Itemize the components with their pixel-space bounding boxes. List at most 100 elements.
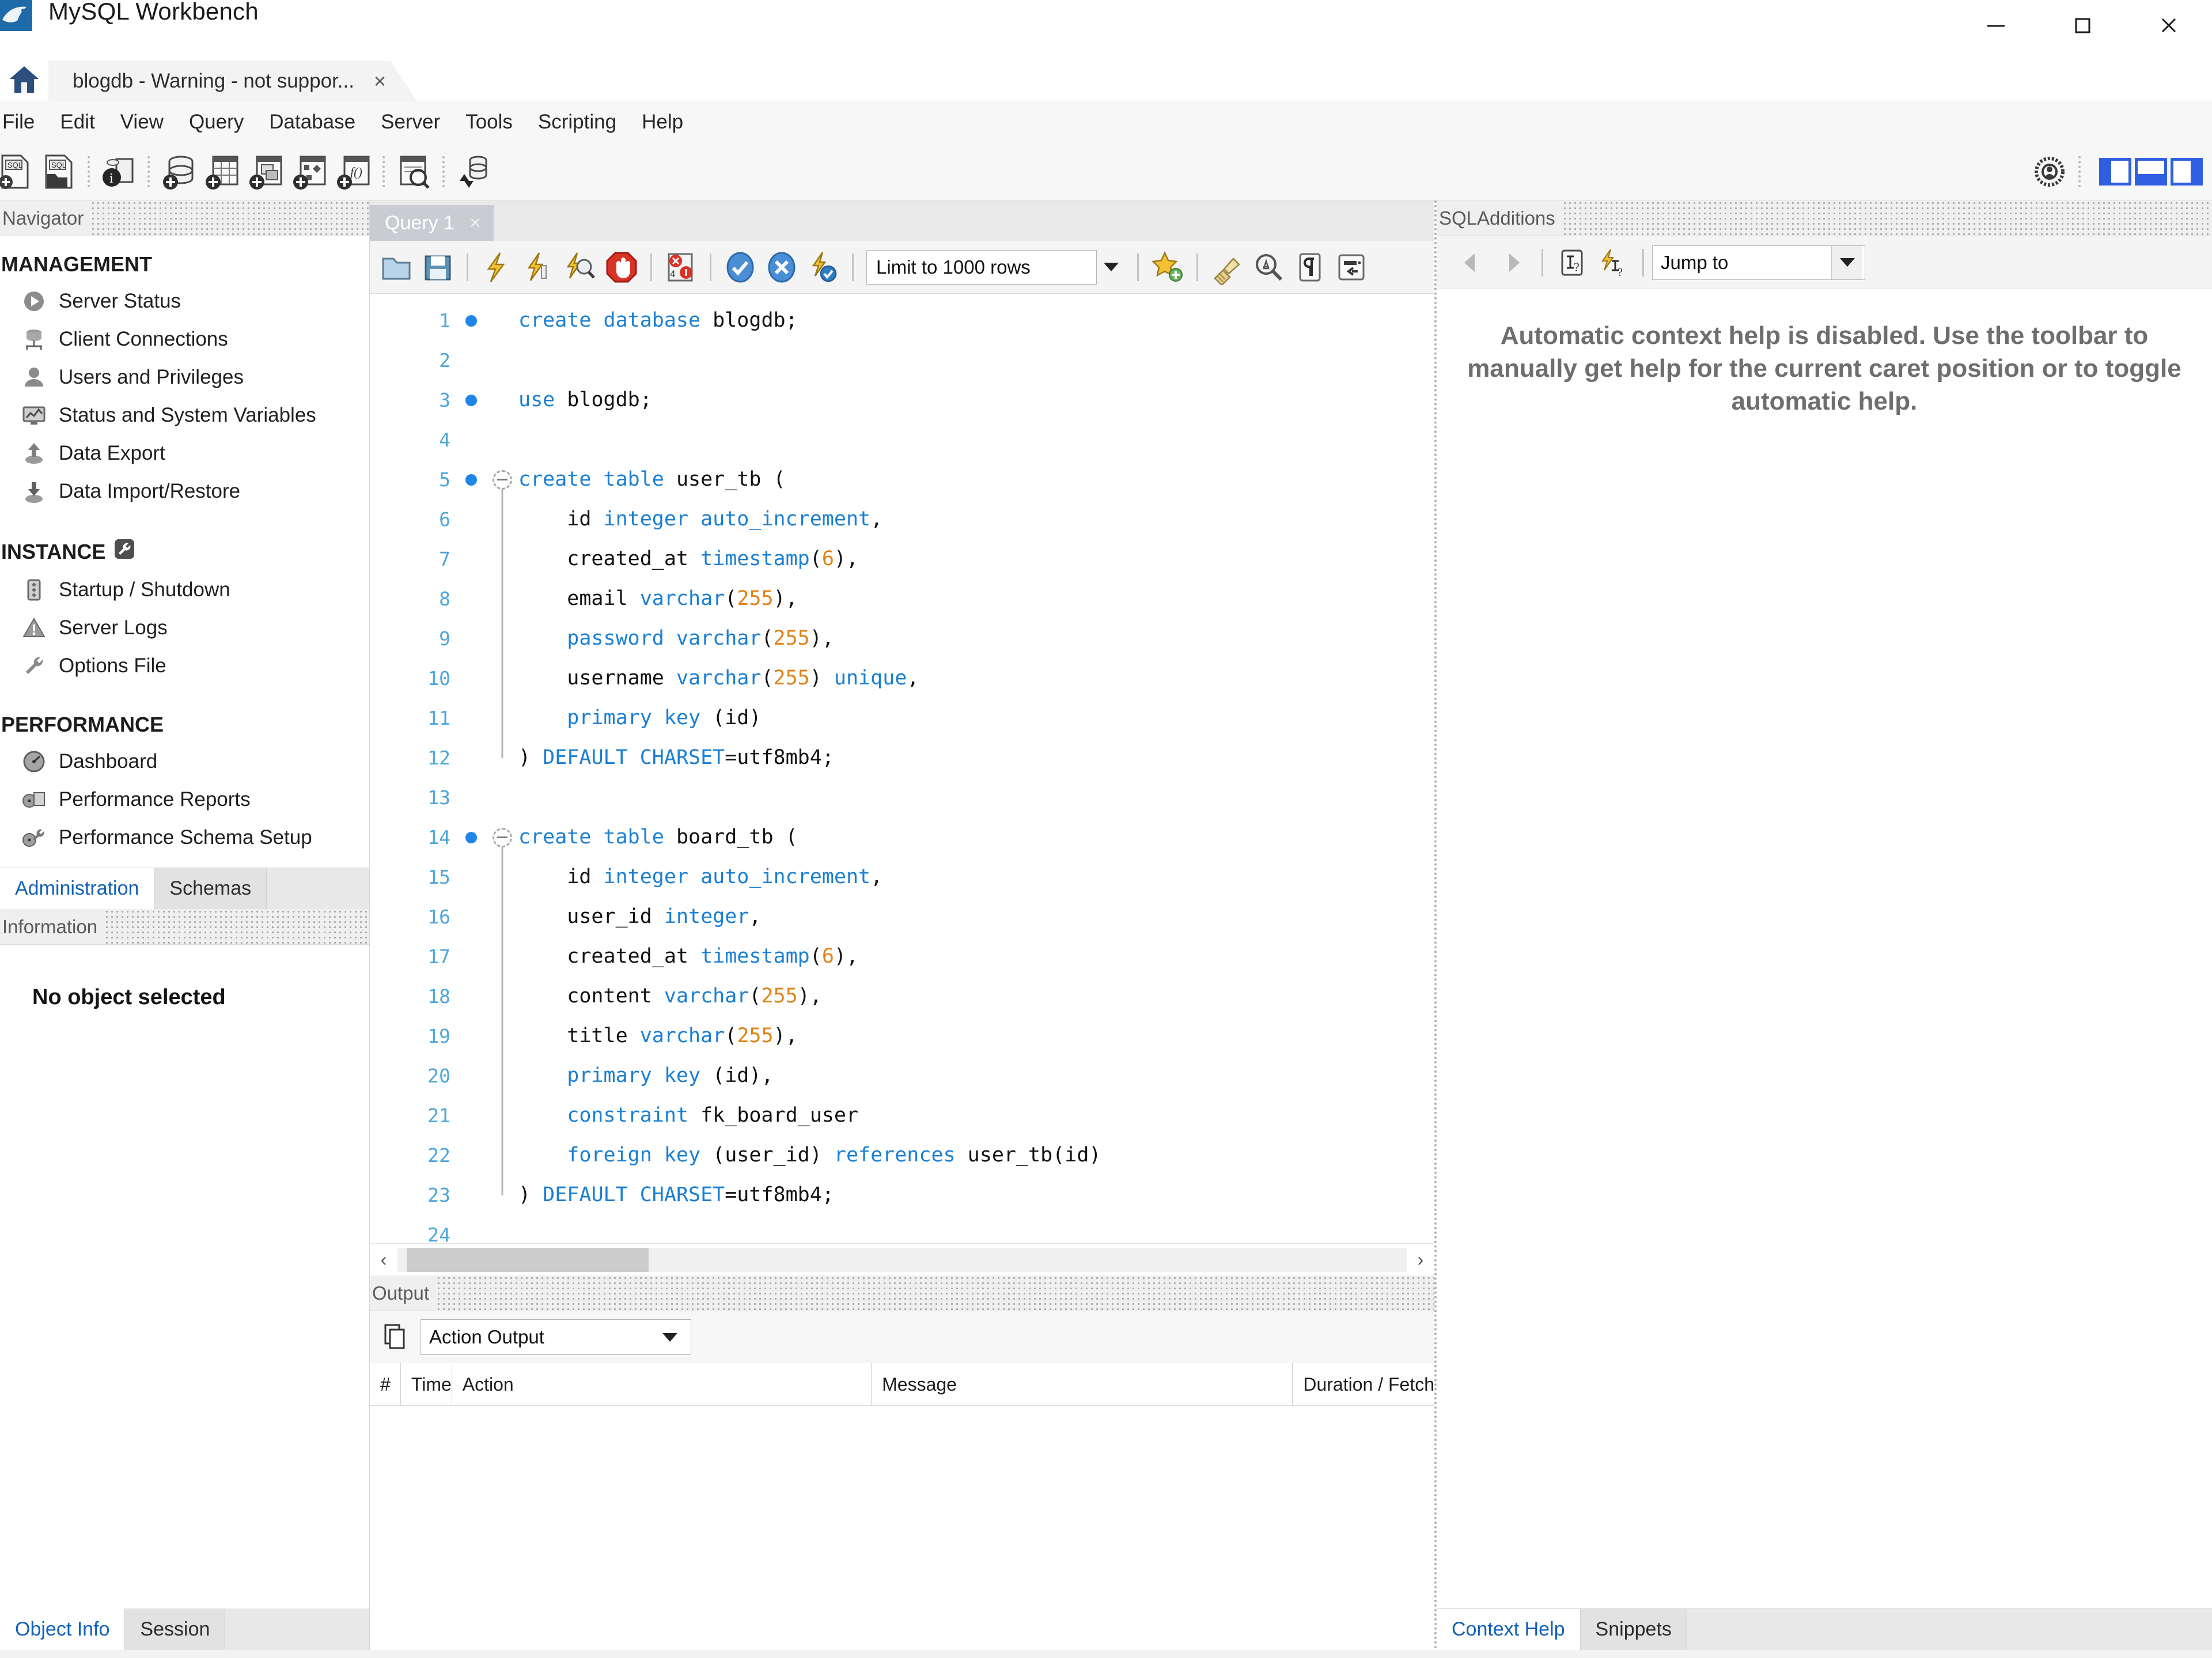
data-transfer-icon[interactable] bbox=[452, 150, 495, 194]
toggle-invisible-chars-icon[interactable] bbox=[1289, 247, 1331, 288]
sql-additions-panel-title: SQLAdditions bbox=[1439, 207, 1562, 229]
sidebar-item-dashboard[interactable]: Dashboard bbox=[0, 743, 369, 781]
beautify-query-icon[interactable] bbox=[1206, 247, 1248, 288]
code-content[interactable]: create database blogdb; use blogdb; crea… bbox=[518, 294, 1434, 1243]
create-schema-icon[interactable] bbox=[157, 150, 200, 194]
rollback-icon[interactable] bbox=[761, 247, 802, 288]
output-column-header[interactable]: # bbox=[370, 1363, 400, 1406]
maximize-button[interactable] bbox=[2039, 0, 2126, 51]
jump-to-dropdown-arrow-icon[interactable] bbox=[1831, 245, 1862, 279]
save-script-icon[interactable] bbox=[417, 247, 459, 288]
minimize-button[interactable] bbox=[1953, 0, 2039, 51]
output-view-dropdown-arrow-icon[interactable] bbox=[654, 1320, 686, 1354]
automatic-help-toggle-icon[interactable]: ? bbox=[1593, 242, 1634, 283]
help-target-icon[interactable] bbox=[2028, 150, 2071, 194]
sidebar-item-status-and-system-variables[interactable]: Status and System Variables bbox=[0, 396, 369, 434]
jump-to-select[interactable]: Jump to bbox=[1652, 245, 1865, 280]
output-column-header[interactable]: Action bbox=[451, 1362, 871, 1406]
menu-scripting[interactable]: Scripting bbox=[525, 101, 629, 143]
scrollbar-thumb[interactable] bbox=[407, 1247, 649, 1272]
line-number: 15 bbox=[427, 866, 450, 888]
information-panel-title: Information bbox=[2, 915, 105, 938]
new-sql-tab-icon[interactable]: SQL bbox=[0, 150, 37, 194]
execute-all-icon[interactable] bbox=[476, 247, 518, 288]
sidebar-item-startup-shutdown[interactable]: Startup / Shutdown bbox=[0, 571, 369, 609]
find-icon[interactable] bbox=[1248, 247, 1289, 288]
wrap-lines-icon[interactable] bbox=[1331, 247, 1372, 288]
tab-snippets[interactable]: Snippets bbox=[1580, 1609, 1687, 1650]
panel-drag-handle[interactable] bbox=[436, 1275, 1434, 1311]
connection-info-icon[interactable]: i bbox=[97, 150, 141, 194]
sidebar-item-users-and-privileges[interactable]: Users and Privileges bbox=[0, 358, 369, 396]
row-limit-dropdown-arrow-icon[interactable] bbox=[1093, 250, 1129, 285]
code-fold-column[interactable] bbox=[486, 294, 518, 1243]
scrollbar-track[interactable] bbox=[397, 1247, 1407, 1272]
sidebar-item-server-logs[interactable]: Server Logs bbox=[0, 609, 369, 647]
toggle-stop-on-error-icon[interactable]: 4 bbox=[660, 247, 702, 288]
menu-database[interactable]: Database bbox=[256, 101, 368, 143]
open-sql-script-icon[interactable]: SQL bbox=[37, 150, 81, 194]
open-script-icon[interactable] bbox=[376, 247, 417, 288]
scroll-right-arrow-icon[interactable]: › bbox=[1407, 1249, 1434, 1270]
output-view-select[interactable]: Action Output bbox=[421, 1319, 691, 1355]
context-help-icon[interactable]: ? bbox=[1551, 242, 1593, 283]
panel-drag-handle[interactable] bbox=[90, 200, 369, 236]
code-line: primary key (id), bbox=[518, 1064, 774, 1087]
row-limit-select[interactable]: Limit to 1000 rows bbox=[866, 249, 1097, 285]
output-column-header[interactable]: Duration / Fetch bbox=[1292, 1362, 1434, 1406]
sidebar-item-server-status[interactable]: Server Status bbox=[0, 282, 369, 320]
connection-tab[interactable]: blogdb - Warning - not suppor... × bbox=[48, 61, 417, 101]
panel-drag-handle[interactable] bbox=[104, 909, 369, 945]
output-panel-header: Output bbox=[370, 1275, 1434, 1311]
query-tab-1[interactable]: Query 1 × bbox=[370, 205, 494, 241]
sidebar-item-options-file[interactable]: Options File bbox=[0, 647, 369, 685]
sidebar-item-performance-schema-setup[interactable]: Performance Schema Setup bbox=[0, 819, 369, 857]
close-button[interactable] bbox=[2126, 0, 2212, 51]
fold-connector bbox=[501, 846, 503, 1195]
sidebar-item-performance-reports[interactable]: Performance Reports bbox=[0, 781, 369, 819]
copy-rows-icon[interactable] bbox=[380, 1321, 412, 1353]
menu-tools[interactable]: Tools bbox=[453, 101, 525, 143]
explain-plan-icon[interactable] bbox=[559, 247, 601, 288]
menu-help[interactable]: Help bbox=[629, 101, 696, 143]
tab-object-info[interactable]: Object Info bbox=[0, 1608, 126, 1650]
toggle-autocommit-icon[interactable] bbox=[802, 247, 844, 288]
menu-query[interactable]: Query bbox=[176, 101, 256, 143]
create-procedure-icon[interactable] bbox=[288, 150, 332, 194]
menu-edit[interactable]: Edit bbox=[47, 101, 107, 143]
sidebar-item-data-export[interactable]: Data Export bbox=[0, 434, 369, 472]
home-icon[interactable] bbox=[0, 58, 48, 101]
nav-group-performance-label: PERFORMANCE bbox=[1, 713, 164, 736]
menu-file[interactable]: File bbox=[0, 101, 47, 143]
tab-session[interactable]: Session bbox=[125, 1608, 226, 1650]
secondary-sidebar-layout-icon[interactable] bbox=[2171, 157, 2203, 186]
panel-drag-handle[interactable] bbox=[1562, 200, 2212, 236]
back-arrow-icon[interactable] bbox=[1450, 242, 1492, 283]
sidebar-item-data-import-restore[interactable]: Data Import/Restore bbox=[0, 472, 369, 510]
tab-context-help[interactable]: Context Help bbox=[1437, 1609, 1581, 1650]
create-function-icon[interactable]: f() bbox=[332, 150, 376, 194]
sidebar-layout-icon[interactable] bbox=[2099, 157, 2131, 186]
execute-current-icon[interactable] bbox=[518, 247, 559, 288]
output-column-header[interactable]: Time bbox=[400, 1362, 452, 1406]
inspect-table-icon[interactable] bbox=[392, 150, 435, 194]
forward-arrow-icon[interactable] bbox=[1492, 242, 1533, 283]
commit-icon[interactable] bbox=[719, 247, 761, 288]
tab-administration[interactable]: Administration bbox=[0, 868, 155, 909]
output-layout-icon[interactable] bbox=[2135, 157, 2167, 186]
create-table-icon[interactable] bbox=[200, 150, 244, 194]
statement-marker bbox=[456, 698, 486, 738]
stop-execution-icon[interactable] bbox=[601, 247, 642, 288]
editor-horizontal-scrollbar[interactable]: ‹ › bbox=[370, 1243, 1434, 1275]
connection-tab-close-icon[interactable]: × bbox=[374, 71, 386, 92]
code-line: create table user_tb ( bbox=[518, 468, 786, 491]
output-column-header[interactable]: Message bbox=[871, 1362, 1292, 1406]
sidebar-item-client-connections[interactable]: Client Connections bbox=[0, 320, 369, 358]
code-editor[interactable]: 1 2 3 4 5 6 7 8 9 10 11 12 13 14 15 16 17 18 19 20 21 22 23 24 … bbox=[370, 294, 1434, 1246]
tab-schemas[interactable]: Schemas bbox=[154, 868, 267, 909]
create-view-icon[interactable] bbox=[244, 150, 288, 194]
query-tab-close-icon[interactable]: × bbox=[469, 212, 481, 234]
menu-view[interactable]: View bbox=[108, 101, 176, 143]
menu-server[interactable]: Server bbox=[368, 101, 453, 143]
save-snippet-icon[interactable] bbox=[1147, 247, 1188, 288]
